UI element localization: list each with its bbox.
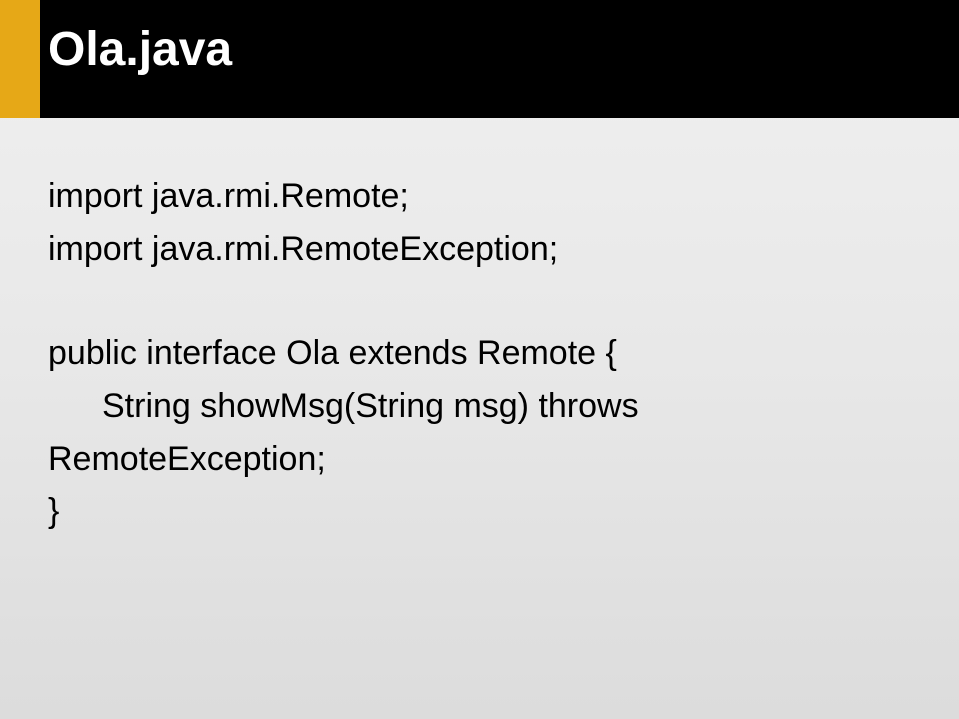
slide-title: Ola.java [48,22,232,77]
code-line-interface: public interface Ola extends Remote { [48,327,911,380]
code-line-throws: RemoteException; [48,433,911,486]
blank-line [48,275,911,327]
code-line-import2: import java.rmi.RemoteException; [48,223,911,276]
slide: Ola.java import java.rmi.Remote; import … [0,0,959,719]
code-line-close: } [48,485,911,538]
title-bar: Ola.java [0,0,959,118]
code-line-method: String showMsg(String msg) throws [48,380,911,433]
accent-bar [0,0,40,118]
code-block: import java.rmi.Remote; import java.rmi.… [48,170,911,538]
code-line-import1: import java.rmi.Remote; [48,170,911,223]
